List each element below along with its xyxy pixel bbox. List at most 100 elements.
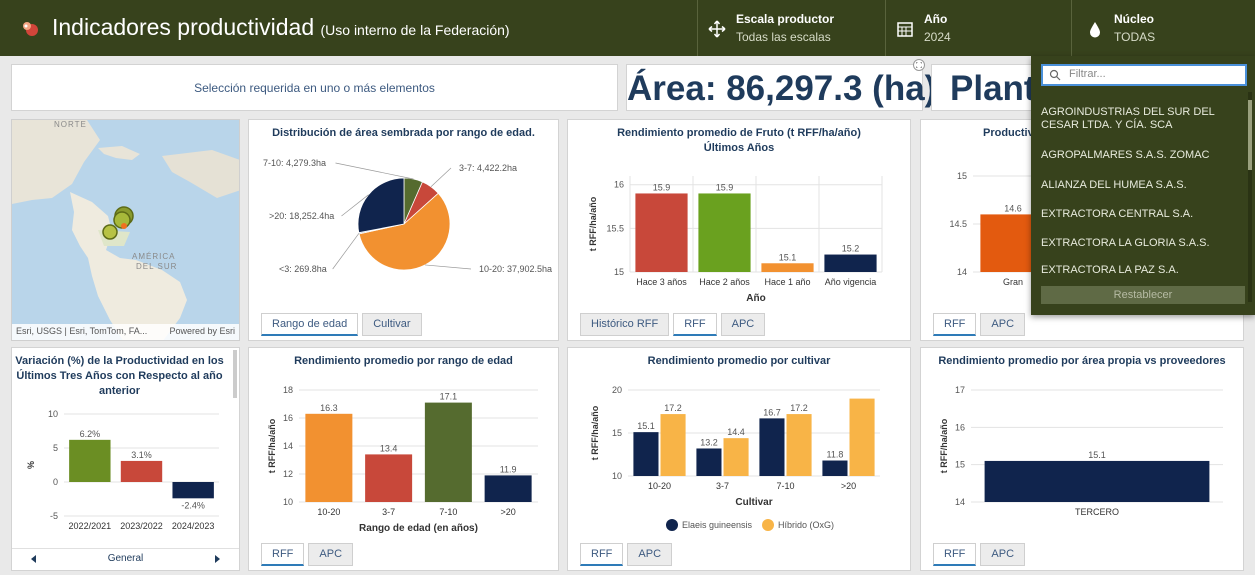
bar [635,193,688,272]
nucleo-dropdown: Filtrar... AGROINDUSTRIAS DEL SUR DEL CE… [1031,56,1255,315]
tab-historico-rff[interactable]: Histórico RFF [580,313,670,336]
panel-title: Distribución de área sembrada por rango … [272,127,535,139]
tab-apc[interactable]: APC [980,543,1026,566]
expand-icon[interactable] [913,59,925,71]
data-label: 11.9 [500,464,517,474]
pie-chart[interactable]: 7-10: 4,279.3ha 3-7: 4,422.2ha 10-20: 37,9… [249,144,558,324]
bar [365,454,413,502]
x-tick-label: Año vigencia [825,277,877,287]
x-tick-label: TERCERO [1075,507,1119,517]
filter-value: TODAS [1114,30,1156,44]
drop-icon [1090,22,1100,38]
y-tick-label: 5 [53,443,58,453]
pie-slice [357,177,405,234]
search-placeholder: Filtrar... [1069,68,1106,80]
tab-bar: RFF APC [933,313,1029,336]
panel-title: Variación (%) de la Productividad en los [15,355,224,367]
y-tick-label: 12 [283,469,293,479]
map-attribution-text: Esri, USGS | Esri, TomTom, FA... [16,326,148,336]
x-tick-label: 3-7 [716,481,729,491]
panel-distribucion-area: Distribución de área sembrada por rango … [248,119,559,341]
tab-rff[interactable]: RFF [673,313,717,336]
bar [849,398,875,476]
dropdown-item[interactable]: EXTRACTORA LA GLORIA S.A.S. [1041,237,1241,250]
y-tick-label: 15.5 [606,223,624,233]
reset-button[interactable]: Restablecer [1041,286,1245,304]
bar [822,460,848,476]
bar [761,263,814,272]
scrollbar-thumb[interactable] [1248,100,1252,170]
pie-leader-line [335,162,414,180]
x-tick-label: Hace 1 año [764,277,810,287]
panel-title-line3: anterior [99,385,140,397]
next-arrow-icon[interactable] [213,555,221,563]
panel-title: Rendimiento promedio por rango de edad [294,355,513,367]
selection-message: Selección requerida en uno o más element… [11,64,618,111]
area-indicator: Área: 86,297.3 (ha) [626,59,936,111]
tab-apc[interactable]: APC [720,313,766,336]
y-tick-label: 17 [955,385,965,395]
data-label: 16.3 [320,403,338,413]
edad-bar-chart[interactable]: 10 12 14 16 18 16.3 10-20 13.4 3-7 17.1 7-10 11.9 >2… [249,374,558,544]
tab-bar: RFF APC [261,543,357,566]
fruto-bar-chart[interactable]: 15 15.5 16 15.9 Hace 3 años 15.9 Hace 2 años 15… [568,160,910,320]
data-label: 3.1% [131,450,152,460]
tab-apc[interactable]: APC [980,313,1026,336]
pie-leader-line [332,233,360,270]
panel-rendimiento-fruto: Rendimiento promedio de Fruto (t RFF/ha/… [567,119,911,341]
map-view[interactable]: NORTE AMÉRICA DEL SUR Esri, USGS | Esri,… [11,119,240,341]
y-tick-label: 16 [955,422,965,432]
data-label: 11.8 [827,450,844,460]
y-tick-label: 14 [955,497,965,507]
bar [484,475,532,502]
tab-bar: Rango de edad Cultivar [261,313,426,336]
y-axis-label: t RFF/ha/año [939,418,949,473]
filter-ano[interactable]: Año 2024 [885,0,1071,56]
y-tick-label: -5 [50,511,58,521]
data-label: 15.1 [637,421,655,431]
filter-search-input[interactable]: Filtrar... [1041,64,1247,86]
map-powered-by[interactable]: Powered by Esri [169,326,235,336]
map-markers[interactable] [100,202,140,242]
tab-rango-edad[interactable]: Rango de edad [261,313,359,336]
tab-rff[interactable]: RFF [933,543,977,566]
tab-rff[interactable]: RFF [261,543,305,566]
x-axis-label: Rango de edad (en años) [359,523,478,534]
app-subtitle: (Uso interno de la Federación) [320,22,510,38]
dropdown-item[interactable]: ALIANZA DEL HUMEA S.A.S. [1041,179,1241,192]
map-label-north: NORTE [54,120,87,129]
tab-apc[interactable]: APC [308,543,354,566]
cultivar-bar-chart[interactable]: 10 15 20 15.1 17.2 10-20 13.2 14.4 3-7 16.7 17.2 7-… [568,374,910,544]
filter-value: 2024 [924,30,951,44]
tab-rff[interactable]: RFF [933,313,977,336]
map-attribution: Esri, USGS | Esri, TomTom, FA... Powered… [12,324,239,340]
filter-nucleo[interactable]: Núcleo TODAS [1071,0,1255,56]
filter-escala-productor[interactable]: Escala productor Todas las escalas [697,0,885,56]
tab-cultivar[interactable]: Cultivar [362,313,422,336]
search-icon [1049,69,1061,81]
tab-rff[interactable]: RFF [580,543,624,566]
panel-title: Rendimiento promedio por área propia vs … [938,355,1226,367]
propia-bar-chart[interactable]: 14 15 16 17 15.1 TERCERO t RFF/ha/año [921,374,1243,544]
bar [424,402,472,502]
filter-value: Todas las escalas [736,30,831,44]
panel-subtitle: Últimos Años [703,142,775,154]
dropdown-item[interactable]: AGROINDUSTRIAS DEL SUR DEL CESAR LTDA. Y… [1041,106,1241,132]
dropdown-item[interactable]: EXTRACTORA LA PAZ S.A. [1041,264,1241,277]
dropdown-item[interactable]: EXTRACTORA CENTRAL S.A. [1041,208,1241,221]
legend-label: Híbrido (OxG) [778,520,834,530]
bar [172,482,214,499]
variacion-bar-chart[interactable]: -5 0 5 10 6.2% 2022/2021 3.1% 2023/2022 -2.4% 202… [12,408,239,548]
tab-bar: RFF APC [580,543,676,566]
y-tick-label: 18 [283,385,293,395]
y-tick-label: 15 [955,460,965,470]
tab-apc[interactable]: APC [627,543,673,566]
pie-label: 10-20: 37,902.5ha [479,264,552,274]
panel-scrollbar[interactable] [233,350,237,398]
x-tick-label: 2024/2023 [172,521,215,531]
y-axis-label: t RFF/ha/año [267,418,277,473]
x-tick-label: Gran [1003,277,1023,287]
dropdown-item[interactable]: AGROPALMARES S.A.S. ZOMAC [1041,149,1241,162]
dropdown-scrollbar[interactable] [1248,92,1252,302]
data-label: 15.1 [1088,450,1106,460]
